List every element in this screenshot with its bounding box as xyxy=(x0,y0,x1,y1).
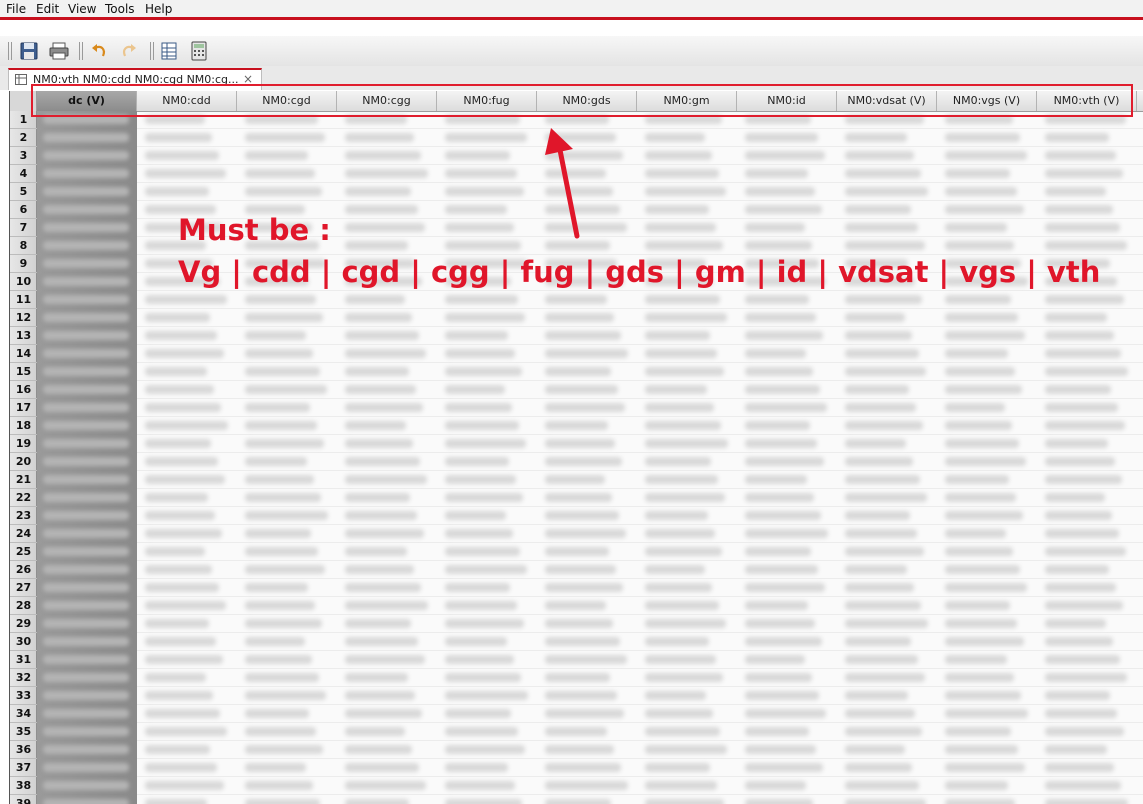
annotation-heading: Must be : xyxy=(178,213,331,247)
annotation-column-list: Vg | cdd | cgd | cgg | fug | gds | gm | … xyxy=(178,255,1101,289)
annotation-arrow xyxy=(545,128,580,239)
